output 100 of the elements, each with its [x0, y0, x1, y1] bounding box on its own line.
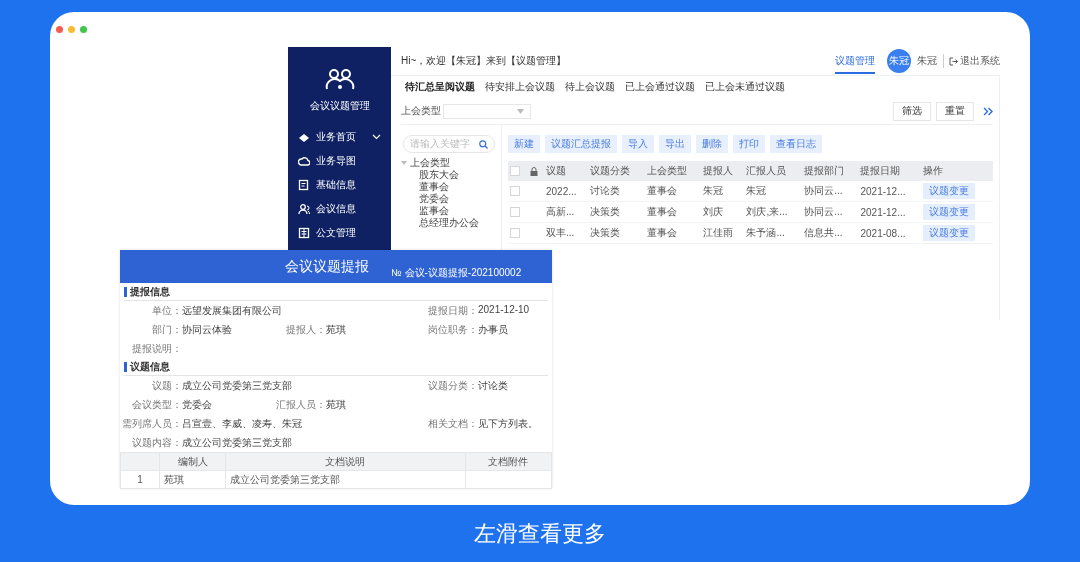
section-marker: [124, 361, 127, 372]
sidebar-item[interactable]: 公文管理: [288, 221, 391, 245]
tab[interactable]: 待汇总呈阅议题: [405, 80, 475, 94]
table-cell: 决策类: [590, 206, 621, 217]
table-cell: 协同云...: [804, 185, 843, 196]
nav-tab[interactable]: 议题管理: [835, 48, 875, 74]
field-value: 协同云体验: [182, 322, 232, 337]
table-cell: 江佳雨: [702, 227, 733, 238]
tree-node[interactable]: 监事会: [419, 205, 501, 217]
section-heading: 议题信息: [130, 359, 170, 374]
toolbar-button[interactable]: 导入: [622, 135, 654, 153]
dropdown-arrow-icon: [517, 108, 524, 114]
action-button[interactable]: 议题变更: [923, 183, 976, 199]
checkbox[interactable]: [510, 228, 520, 238]
column-header: 提报人: [702, 165, 733, 176]
table-cell: 双丰...: [546, 227, 575, 238]
table-cell: 高新...: [546, 206, 575, 217]
greeting-text: Hi~，欢迎【朱冠】来到【议题管理】: [401, 54, 567, 68]
table-cell: 董事会: [646, 185, 677, 196]
double-chevron-icon: [983, 106, 993, 116]
field-value: 成立公司党委第三党支部: [182, 435, 292, 450]
field-value: 成立公司党委第三党支部: [182, 378, 292, 393]
checkbox[interactable]: [510, 186, 520, 196]
table-cell: 协同云...: [804, 206, 843, 217]
field-label: 部门：: [151, 322, 182, 337]
table-cell: 决策类: [590, 227, 621, 238]
table-cell: 刘庆,来...: [746, 206, 788, 217]
document-number: № 会议-议题提报-202100002: [391, 265, 522, 280]
table-cell: 讨论类: [590, 185, 621, 196]
field-label: 单位：: [151, 303, 182, 318]
user-name: 朱冠: [917, 54, 937, 68]
tree-node[interactable]: 董事会: [419, 181, 501, 193]
field-label: 汇报人员：: [275, 397, 326, 412]
column-header: 操作: [923, 165, 944, 176]
tab[interactable]: 已上会通过议题: [625, 80, 695, 94]
lock-icon: [530, 166, 538, 176]
tree-node[interactable]: 上会类型: [401, 157, 501, 169]
toolbar-button[interactable]: 导出: [659, 135, 691, 153]
field-label: 会议类型：: [131, 397, 182, 412]
checkbox[interactable]: [510, 166, 520, 176]
field-label: 提报人：: [285, 322, 326, 337]
tree-node[interactable]: 总经理办公会: [419, 217, 501, 229]
column-header: 提报日期: [860, 165, 901, 176]
filter-button[interactable]: 重置: [936, 101, 974, 121]
toolbar-button[interactable]: 删除: [696, 135, 728, 153]
field-label: 提报日期：: [427, 303, 478, 318]
table-cell: 2021-08...: [860, 227, 906, 239]
filter-button[interactable]: 筛选: [893, 101, 931, 121]
column-header: 议题: [546, 165, 566, 176]
tree-node[interactable]: 党委会: [419, 193, 501, 205]
tab[interactable]: 待上会议题: [565, 80, 615, 94]
table-cell: 1: [137, 474, 143, 485]
sidebar-item[interactable]: 会议信息: [288, 197, 391, 221]
people-icon: [298, 203, 310, 215]
table-cell: 信息共...: [804, 227, 843, 238]
table-cell: 2022...: [546, 185, 577, 197]
field-value: 苑琪: [326, 397, 346, 412]
column-header: 文档附件: [488, 455, 529, 467]
field-value: 讨论类: [478, 378, 508, 393]
field-label: 需列席人员：: [121, 416, 182, 431]
section-heading: 提报信息: [130, 284, 170, 299]
tree-node[interactable]: 股东大会: [419, 169, 501, 181]
toolbar-button[interactable]: 查看日志: [770, 135, 822, 153]
table-cell: 2021-12...: [860, 206, 906, 218]
field-value: 见下方列表。: [478, 416, 538, 431]
field-label: 议题内容：: [131, 435, 182, 450]
toolbar-button[interactable]: 议题汇总提报: [545, 135, 617, 153]
field-value: 办事员: [478, 322, 508, 337]
field-value: 远望发展集团有限公司: [182, 303, 282, 318]
toolbar-button[interactable]: 新建: [508, 135, 540, 153]
table-cell: 苑琪: [164, 473, 184, 485]
table-cell: 朱冠: [702, 185, 723, 196]
form-title: 会议议题提报: [285, 257, 369, 276]
sidebar-item[interactable]: 业务首页: [288, 125, 391, 149]
column-header: 文档说明: [325, 455, 366, 467]
tab[interactable]: 已上会未通过议题: [705, 80, 785, 94]
table-cell: 董事会: [646, 206, 677, 217]
checkbox[interactable]: [510, 207, 520, 217]
cloud-icon: [298, 155, 310, 167]
field-value: 党委会: [182, 397, 212, 412]
column-header: 上会类型: [646, 165, 687, 176]
sidebar-item[interactable]: 业务导图: [288, 149, 391, 173]
select-field[interactable]: [443, 103, 531, 119]
tab[interactable]: 待安排上会议题: [485, 80, 555, 94]
action-button[interactable]: 议题变更: [923, 204, 976, 220]
field-value: 苑琪: [326, 322, 346, 337]
action-button[interactable]: 议题变更: [923, 225, 976, 241]
field-label: 相关文档：: [427, 416, 478, 431]
app-title: 会议议题管理: [309, 99, 370, 113]
logout-link[interactable]: 退出系统: [943, 54, 1000, 68]
search-icon: [479, 139, 488, 149]
logout-icon: [949, 56, 958, 66]
column-header: 编制人: [177, 455, 208, 467]
window-dot: [56, 26, 63, 33]
toolbar-button[interactable]: 打印: [733, 135, 765, 153]
column-header: 汇报人员: [746, 165, 787, 176]
sidebar-item[interactable]: 基础信息: [288, 173, 391, 197]
field-value: 吕宣壹、李威、凌寿、朱冠: [182, 416, 302, 431]
avatar[interactable]: 朱冠: [887, 49, 911, 73]
section-marker: [124, 286, 127, 297]
